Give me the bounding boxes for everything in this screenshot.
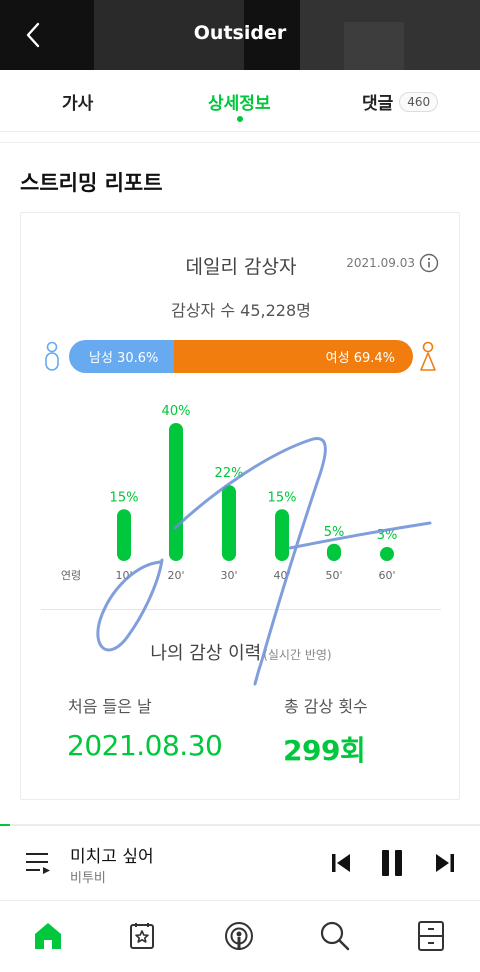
play-count-value: 299회 [283, 734, 366, 767]
tab-details[interactable]: 상세정보 [208, 89, 271, 114]
female-icon [420, 341, 436, 371]
skip-next-icon [436, 854, 454, 872]
female-ratio-label: 여성 69.4% [325, 351, 395, 366]
report-date: 2021.09.03 [346, 256, 415, 270]
comment-count-badge: 460 [399, 91, 439, 112]
previous-button[interactable] [328, 848, 354, 878]
chart-bar [275, 509, 289, 561]
playlist-icon[interactable] [24, 850, 52, 876]
listener-count: 감상자 수 45,228명 [171, 301, 311, 320]
age-distribution-chart: 연령 15% 10' 40% 20' 22% 30' 15% 40' 5% 50' 3% 60' [61, 404, 398, 582]
nav-library[interactable] [125, 919, 159, 953]
section-title: 스트리밍 리포트 [20, 171, 163, 195]
x-tick-label: 20' [167, 569, 184, 582]
x-tick-label: 30' [220, 569, 237, 582]
x-tick-label: 10' [115, 569, 132, 582]
top-bar: Outsider [0, 0, 480, 70]
bar-value-label: 40% [162, 404, 191, 419]
female-ratio-segment: 여성 69.4% [174, 340, 413, 373]
now-playing-title[interactable]: 미치고 싶어 [70, 842, 154, 867]
x-tick-label: 50' [325, 569, 342, 582]
bottom-navigation [0, 900, 480, 972]
divider [0, 142, 480, 143]
x-axis-label: 연령 [61, 569, 81, 582]
nav-podcast[interactable] [222, 919, 256, 953]
now-playing-artist[interactable]: 비투비 [70, 867, 106, 886]
x-tick-label: 40' [273, 569, 290, 582]
bar-value-label: 15% [268, 490, 297, 505]
streaming-report-card: 데일리 감상자 2021.09.03 감상자 수 45,228명 남성 30.6… [20, 212, 460, 800]
detail-tabs: 가사 상세정보 댓글 460 [0, 70, 480, 132]
nav-storage[interactable] [414, 919, 448, 953]
chart-bar [327, 543, 341, 561]
chart-bar [222, 485, 236, 561]
mini-player[interactable]: 미치고 싶어 비투비 [0, 826, 480, 900]
male-ratio-label: 남성 30.6% [89, 351, 159, 366]
search-icon [320, 921, 350, 951]
storage-box-icon [418, 921, 444, 951]
home-icon [35, 923, 61, 949]
nav-home[interactable] [31, 919, 65, 953]
chart-bar [169, 423, 183, 561]
podcast-icon [225, 922, 253, 950]
first-listen-label: 처음 들은 날 [68, 697, 152, 716]
male-icon [45, 341, 59, 371]
bar-value-label: 5% [324, 525, 345, 540]
tab-comments[interactable]: 댓글 460 [362, 89, 439, 114]
page-title: Outsider [193, 22, 287, 44]
pause-icon [382, 850, 402, 876]
divider [41, 609, 441, 610]
chart-bar [117, 509, 131, 561]
nav-search[interactable] [318, 919, 352, 953]
bar-value-label: 15% [110, 490, 139, 505]
first-listen-date: 2021.08.30 [67, 729, 223, 762]
playlist-library-icon [130, 923, 154, 949]
play-count-label: 총 감상 횟수 [284, 697, 368, 716]
tab-lyrics[interactable]: 가사 [62, 89, 93, 114]
gender-ratio-bar: 남성 30.6% 여성 69.4% [69, 340, 413, 373]
bar-value-label: 3% [377, 528, 398, 543]
info-icon[interactable] [419, 253, 439, 273]
tab-comments-label: 댓글 [362, 94, 394, 114]
x-tick-label: 60' [378, 569, 395, 582]
realtime-note: (실시간 반영) [263, 648, 332, 662]
my-history-heading: 나의 감상 이력 [150, 643, 262, 664]
active-tab-indicator [237, 116, 243, 122]
skip-previous-icon [332, 854, 350, 872]
my-history-title: 나의 감상 이력 (실시간 반영) [21, 639, 461, 665]
pause-button[interactable] [378, 848, 406, 878]
next-button[interactable] [432, 848, 458, 878]
chart-bar [380, 547, 394, 561]
bar-value-label: 22% [215, 466, 244, 481]
male-ratio-segment: 남성 30.6% [69, 340, 175, 373]
